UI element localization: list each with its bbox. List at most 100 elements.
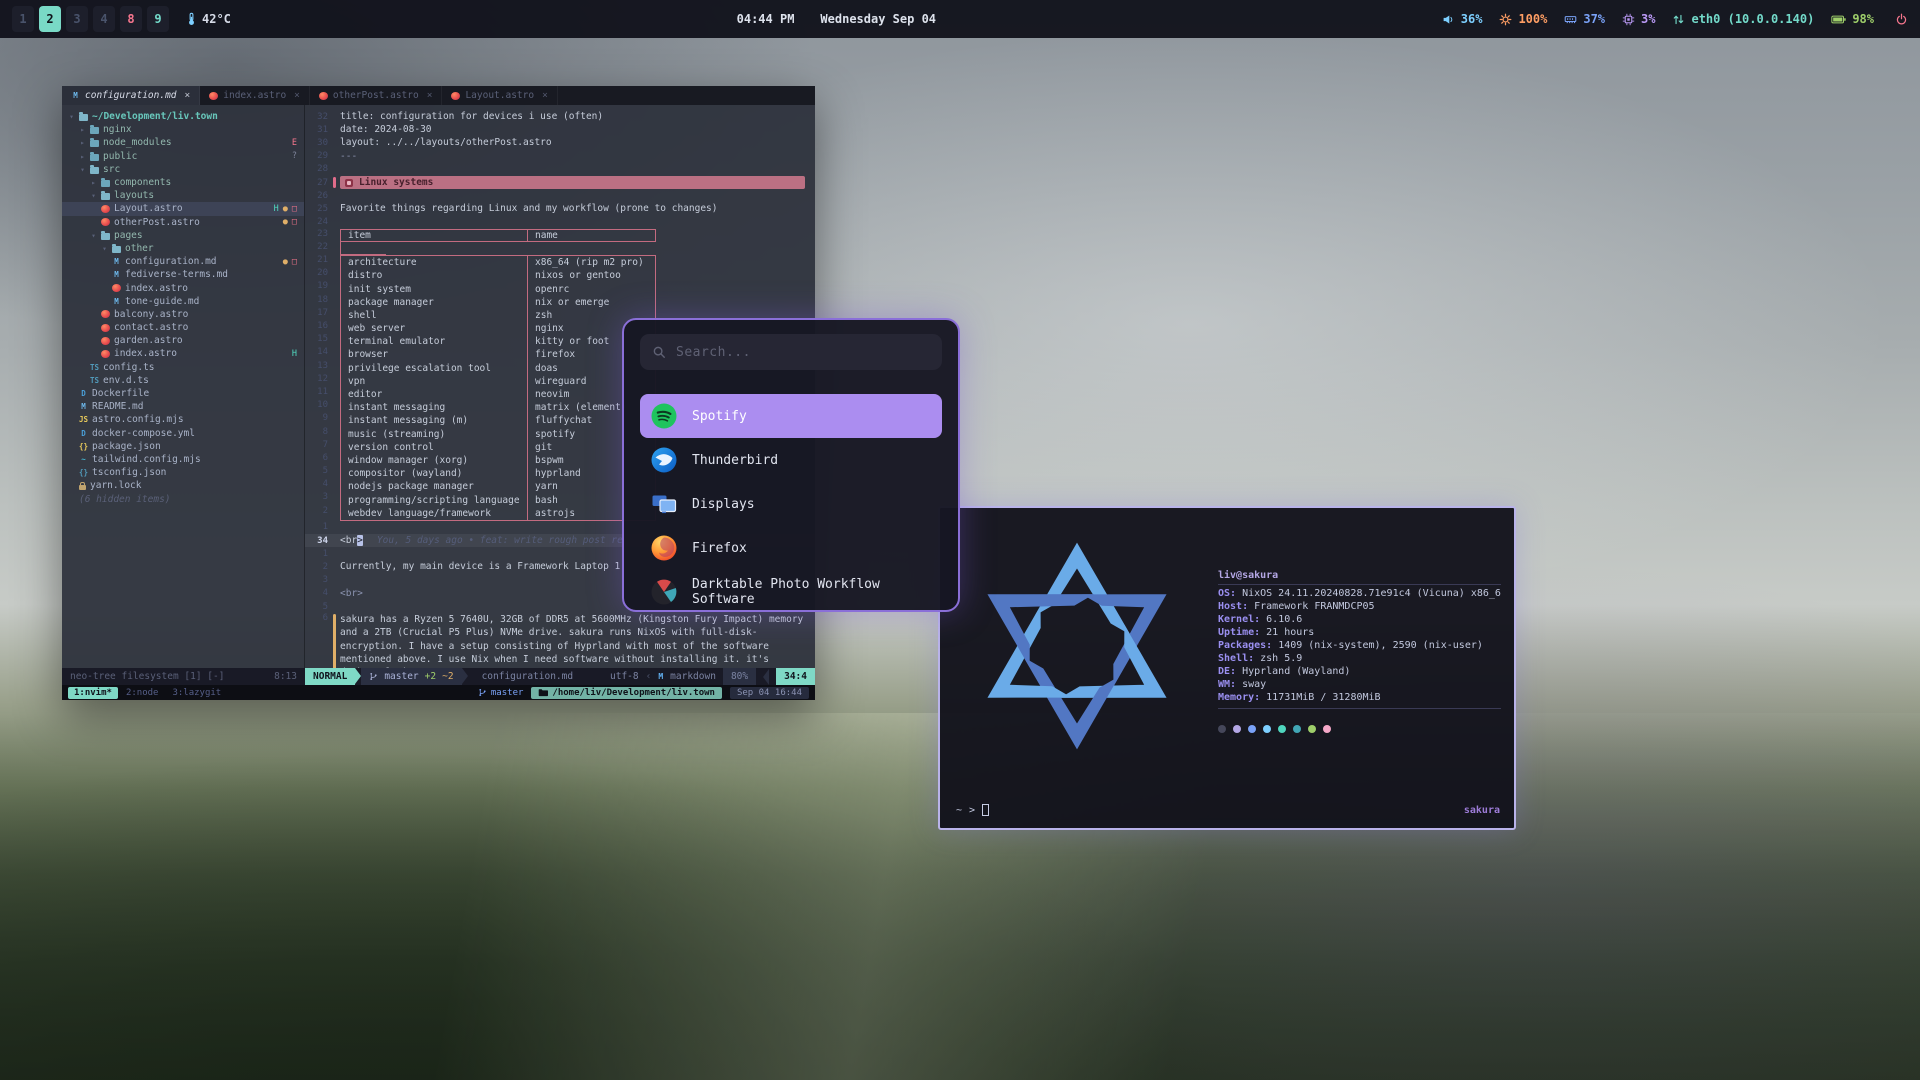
table-cell: web server bbox=[341, 323, 527, 334]
tmux-window-2:node[interactable]: 2:node bbox=[120, 687, 165, 699]
tree-item-label: package.json bbox=[92, 441, 161, 452]
tree-item-balcony.astro[interactable]: balcony.astro bbox=[62, 308, 304, 321]
table-row: init systemopenrc bbox=[341, 282, 655, 295]
workspace-2[interactable]: 2 bbox=[39, 6, 61, 32]
sign-column bbox=[333, 229, 340, 521]
clock[interactable]: 04:44 PM Wednesday Sep 04 bbox=[231, 12, 1442, 26]
tree-item-fediverse-terms.md[interactable]: Mfediverse-terms.md bbox=[62, 268, 304, 281]
tree-item-node_modules[interactable]: ▸node_modulesE bbox=[62, 136, 304, 149]
heading-sign bbox=[333, 177, 336, 188]
launcher-item-spotify[interactable]: Spotify bbox=[640, 394, 942, 438]
power-icon[interactable] bbox=[1895, 13, 1908, 26]
palette-dot bbox=[1233, 725, 1241, 733]
status-badge: ● bbox=[283, 257, 288, 267]
tree-item-garden.astro[interactable]: garden.astro bbox=[62, 334, 304, 347]
tree-item-README.md[interactable]: MREADME.md bbox=[62, 400, 304, 413]
folder-open-icon bbox=[112, 246, 121, 253]
line-number: 23 bbox=[305, 229, 333, 242]
launcher-item-firefox[interactable]: Firefox bbox=[640, 526, 942, 570]
change-sign bbox=[333, 614, 336, 668]
battery-icon bbox=[1831, 14, 1846, 25]
tree-item-config.ts[interactable]: TSconfig.ts bbox=[62, 361, 304, 374]
tree-item-contact.astro[interactable]: contact.astro bbox=[62, 321, 304, 334]
sign-column bbox=[333, 613, 340, 668]
neotree-statusline: neo-tree filesystem [1] [-] 8:13 bbox=[62, 668, 305, 685]
launcher-item-label: Darktable Photo Workflow Software bbox=[692, 577, 932, 607]
tree-item-badges: H bbox=[292, 349, 297, 359]
line-number: 16 bbox=[305, 321, 333, 334]
temperature-value: 42°C bbox=[202, 12, 231, 26]
line-number: 29 bbox=[305, 151, 333, 161]
launcher-item-thunderbird[interactable]: Thunderbird bbox=[640, 438, 942, 482]
workspace-8[interactable]: 8 bbox=[120, 6, 142, 32]
tree-item-astro.config.mjs[interactable]: JSastro.config.mjs bbox=[62, 413, 304, 426]
tree-item-public[interactable]: ▸public? bbox=[62, 150, 304, 163]
line-text: sakura has a Ryzen 5 7640U, 32GB of DDR5… bbox=[340, 613, 815, 668]
chevron-down-icon: ▾ bbox=[68, 112, 75, 121]
status-badge: ● bbox=[283, 204, 288, 214]
table-cell: terminal emulator bbox=[341, 336, 527, 347]
tmux-window-3:lazygit[interactable]: 3:lazygit bbox=[166, 687, 227, 699]
astro-file-icon bbox=[101, 205, 110, 213]
tree-item-tailwind.config.mjs[interactable]: ~tailwind.config.mjs bbox=[62, 453, 304, 466]
tree-item-Dockerfile[interactable]: DDockerfile bbox=[62, 387, 304, 400]
tab-otherPost.astro[interactable]: otherPost.astro× bbox=[310, 86, 443, 105]
tree-item-label: public bbox=[103, 151, 137, 162]
fetch-row: Kernel:6.10.6 bbox=[1218, 614, 1501, 627]
tree-item-env.d.ts[interactable]: TSenv.d.ts bbox=[62, 374, 304, 387]
close-icon[interactable]: × bbox=[294, 90, 300, 101]
tree-item-nginx[interactable]: ▸nginx bbox=[62, 123, 304, 136]
tree-item-badges: ●□ bbox=[283, 217, 297, 227]
workspace-1[interactable]: 1 bbox=[12, 6, 34, 32]
tree-item-badges: E bbox=[292, 138, 297, 148]
shell-prompt[interactable]: ~ > bbox=[956, 804, 989, 816]
tree-item-configuration.md[interactable]: Mconfiguration.md●□ bbox=[62, 255, 304, 268]
git-branch-icon bbox=[478, 688, 487, 697]
lock-icon bbox=[79, 485, 86, 490]
workspace-3[interactable]: 3 bbox=[66, 6, 88, 32]
sign-column bbox=[333, 560, 340, 573]
temperature-module: 42°C bbox=[187, 12, 231, 26]
tree-item-components[interactable]: ▸components bbox=[62, 176, 304, 189]
table-cell: programming/scripting language bbox=[341, 495, 527, 506]
tree-item-otherPost.astro[interactable]: otherPost.astro●□ bbox=[62, 216, 304, 229]
workspace-9[interactable]: 9 bbox=[147, 6, 169, 32]
thunderbird-icon bbox=[650, 446, 678, 474]
launcher-item-displays[interactable]: Displays bbox=[640, 482, 942, 526]
tree-item-Layout.astro[interactable]: Layout.astroH●□ bbox=[62, 202, 304, 215]
tree-item-index.astro[interactable]: index.astro bbox=[62, 281, 304, 294]
tree-item-src[interactable]: ▾src bbox=[62, 163, 304, 176]
tree-item-pages[interactable]: ▾pages bbox=[62, 229, 304, 242]
line-text: <br> bbox=[340, 588, 363, 599]
tree-item-yarn.lock[interactable]: yarn.lock bbox=[62, 479, 304, 492]
tab-configuration.md[interactable]: Mconfiguration.md× bbox=[62, 86, 200, 105]
tree-item-package.json[interactable]: {} package.json bbox=[62, 440, 304, 453]
table-row: instant messagingmatrix (element) bbox=[341, 401, 655, 414]
tree-item-tsconfig.json[interactable]: {}tsconfig.json bbox=[62, 466, 304, 479]
close-icon[interactable]: × bbox=[185, 90, 191, 101]
tab-index.astro[interactable]: index.astro× bbox=[200, 86, 310, 105]
launcher-results: SpotifyThunderbirdDisplaysFirefox Darktab… bbox=[640, 394, 942, 612]
line-number: 22 bbox=[305, 242, 333, 255]
tree-item-tone-guide.md[interactable]: Mtone-guide.md bbox=[62, 295, 304, 308]
workspace-4[interactable]: 4 bbox=[93, 6, 115, 32]
table-header-cell: item bbox=[341, 230, 527, 241]
close-icon[interactable]: × bbox=[427, 90, 433, 101]
tree-item-(6 hidden items)[interactable]: (6 hidden items) bbox=[62, 492, 304, 505]
fetch-value: sway bbox=[1242, 679, 1266, 692]
tree-root[interactable]: ▾ ~/Development/liv.town bbox=[62, 110, 304, 123]
tree-item-layouts[interactable]: ▾layouts bbox=[62, 189, 304, 202]
markdown-file-icon: M bbox=[79, 402, 88, 411]
launcher-search-input[interactable]: Search... bbox=[640, 334, 942, 370]
close-icon[interactable]: × bbox=[542, 90, 548, 101]
tree-item-index.astro[interactable]: index.astro H bbox=[62, 347, 304, 360]
tmux-datetime: Sep 04 16:44 bbox=[730, 687, 809, 699]
json-file-icon: {} bbox=[79, 442, 88, 451]
tab-Layout.astro[interactable]: Layout.astro× bbox=[442, 86, 557, 105]
line-number: 27 bbox=[305, 178, 333, 188]
launcher-item-darktable[interactable]: Darktable Photo Workflow Software bbox=[640, 570, 942, 612]
tree-item-docker-compose.yml[interactable]: Ddocker-compose.yml bbox=[62, 427, 304, 440]
tree-item-other[interactable]: ▾other bbox=[62, 242, 304, 255]
tree-item-label: index.astro bbox=[114, 348, 177, 359]
tmux-window-1:nvim*[interactable]: 1:nvim* bbox=[68, 687, 118, 699]
